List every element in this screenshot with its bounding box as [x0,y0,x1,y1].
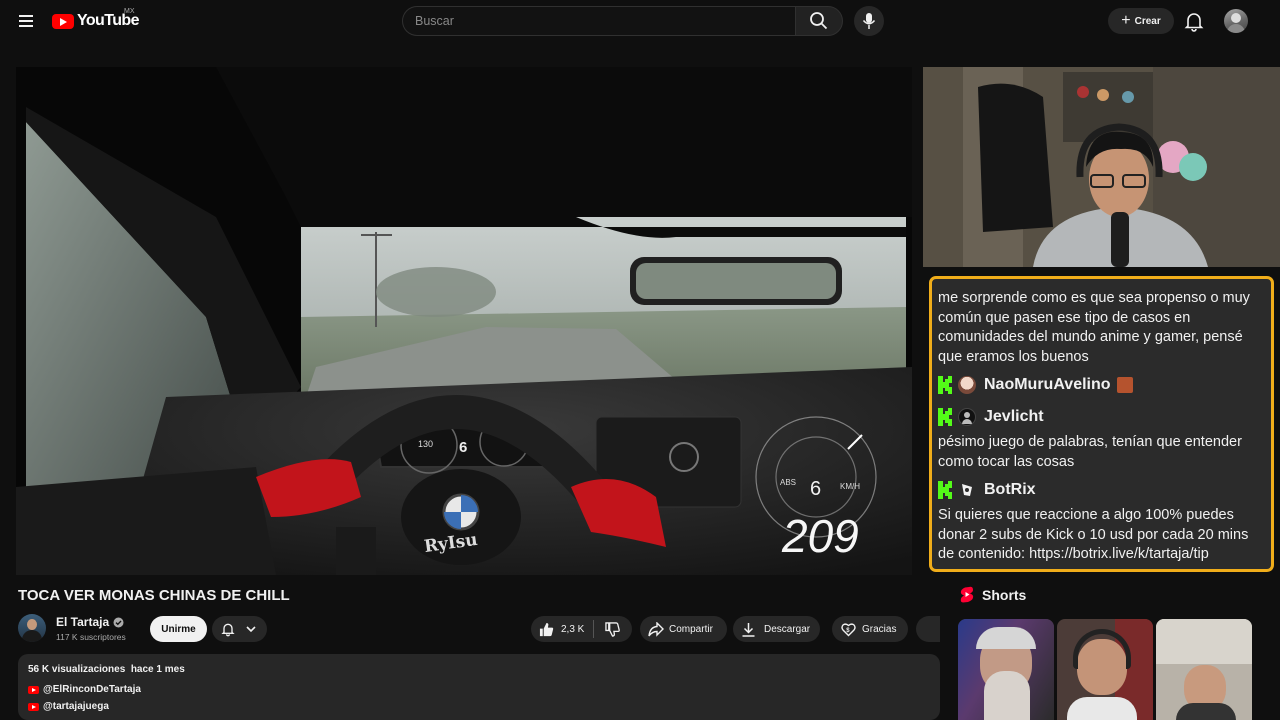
join-button[interactable]: Unirme [150,616,207,642]
country-code: MX [124,8,135,15]
user-avatar-icon [958,408,976,426]
bell-icon [221,623,235,637]
shorts-heading: Shorts [982,586,1027,603]
bell-icon [1184,13,1204,32]
dislike-icon [605,621,621,637]
streamer-webcam [923,67,1280,267]
video-title: TOCA VER MONAS CHINAS DE CHILL [18,587,290,604]
share-button[interactable]: Compartir [640,616,727,642]
channel-avatar[interactable] [18,614,46,642]
thanks-icon: $ [841,622,856,636]
chat-user-row: Jevlicht [938,401,1263,433]
channel-link[interactable]: @ElRinconDeTartaja [28,684,141,695]
share-icon [648,621,664,637]
shorts-header: Shorts [960,586,1026,603]
youtube-icon [28,702,39,711]
chat-user-row: BotRix [938,474,1263,506]
chat-username: Jevlicht [984,408,1044,425]
channel-name-row[interactable]: El Tartaja [56,615,124,629]
kick-icon [938,376,952,394]
youtube-icon [28,685,39,694]
notification-bell-button[interactable] [212,616,267,642]
channel-link-text[interactable]: @ElRinconDeTartaja [43,684,141,695]
download-icon [742,622,755,637]
more-actions-button[interactable] [916,616,940,642]
notifications-button[interactable] [1182,9,1206,33]
verified-icon [113,617,124,627]
chevron-down-icon [246,626,256,633]
plus-icon: + [1121,12,1131,29]
top-bar: YouTube MX + Crear [0,0,1280,42]
dislike-button[interactable] [594,616,632,642]
shorts-icon [960,586,974,603]
chat-user-row: NaoMuruAvelino [938,369,1263,401]
search-input[interactable] [403,7,787,35]
video-player[interactable]: 130 6 RyIsu ABS 6 KM/H 209 [16,67,912,575]
user-avatar-icon [958,376,976,394]
bot-icon [962,484,972,496]
hud-speed: 209 [781,510,859,562]
youtube-play-icon [52,13,74,29]
search-button[interactable] [795,6,843,36]
channel-link[interactable]: @tartajajuega [28,701,109,712]
channel-name[interactable]: El Tartaja [56,615,109,629]
hud-gear: 6 [810,478,821,500]
menu-button[interactable] [14,8,40,34]
user-badge-icon [1116,377,1133,393]
video-frame: 130 6 RyIsu ABS 6 KM/H 209 [16,67,912,575]
menu-icon-line [19,25,33,27]
download-label: Descargar [764,623,811,635]
like-count: 2,3 K [561,623,585,635]
kick-icon [938,408,952,426]
menu-icon-line [19,20,33,22]
thanks-button[interactable]: $ Gracias [832,616,908,642]
short-thumbnail[interactable] [958,619,1054,720]
cluster-gear: 6 [459,439,467,456]
subscriber-count: 117 K suscriptores [56,632,126,642]
like-icon [539,622,554,636]
chat-message-text: me sorprende como es que sea propenso o … [938,290,1250,365]
like-dislike-group: 2,3 K [531,616,632,642]
thanks-label: Gracias [862,623,897,635]
svg-text:ABS: ABS [780,478,796,487]
svg-text:$: $ [846,627,850,633]
stream-chat-overlay: me sorprende como es que sea propenso o … [929,276,1274,572]
search-box [402,6,796,36]
description-box[interactable]: 56 K visualizaciones hace 1 mes @ElRinco… [18,654,940,720]
webcam-frame [923,67,1280,267]
mic-icon [862,13,876,29]
create-button[interactable]: + Crear [1108,8,1174,34]
chat-username: NaoMuruAvelino [984,376,1111,393]
chat-username: BotRix [984,481,1036,498]
voice-search-button[interactable] [854,6,884,36]
create-label: Crear [1134,15,1161,27]
hud-unit: KM/H [840,482,860,491]
cluster-speed: 130 [418,439,433,449]
user-avatar[interactable] [1224,9,1248,33]
share-label: Compartir [669,623,713,635]
view-stats: 56 K visualizaciones hace 1 mes [28,664,185,675]
chat-message-text: pésimo juego de palabras, tenían que ent… [938,434,1242,470]
kick-icon [938,481,952,499]
like-button[interactable]: 2,3 K [531,616,593,642]
download-button[interactable]: Descargar [733,616,820,642]
menu-icon [19,15,33,17]
chat-message-text: Si quieres que reaccione a algo 100% pue… [938,507,1249,562]
short-thumbnail[interactable] [1057,619,1153,720]
search-icon [810,12,828,30]
channel-link-text[interactable]: @tartajajuega [43,701,109,712]
short-thumbnail[interactable] [1156,619,1252,720]
